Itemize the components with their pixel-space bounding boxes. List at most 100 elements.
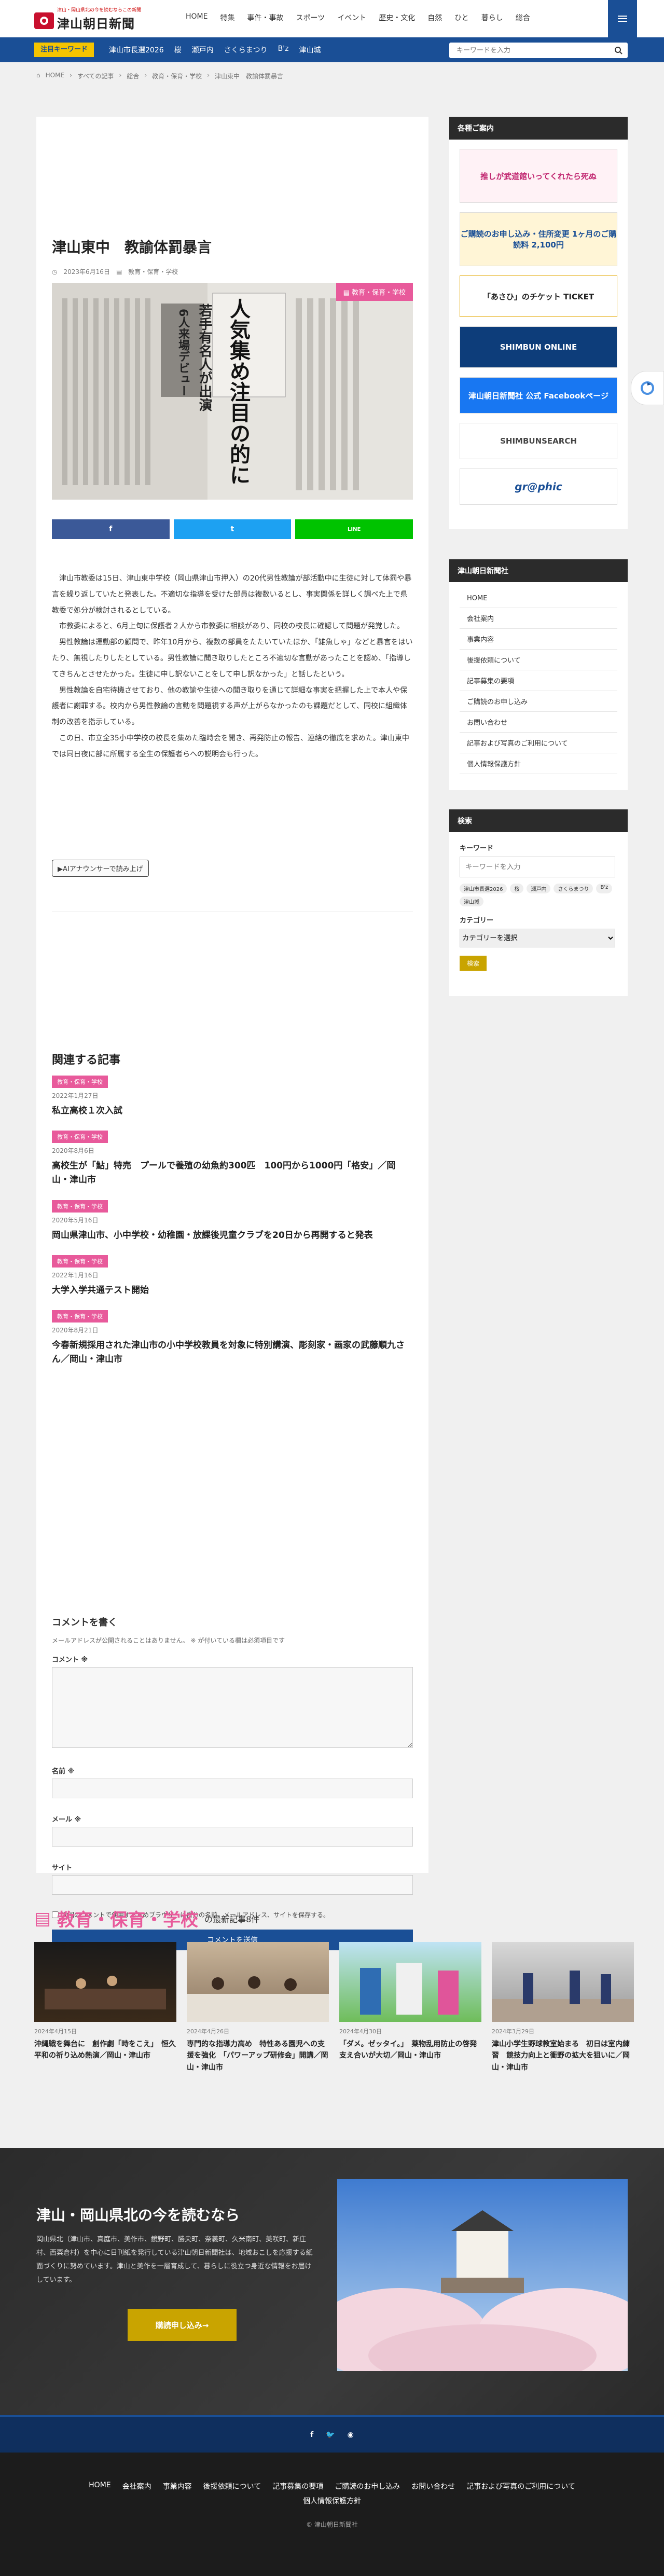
trend-keyword[interactable]: 津山市長選2026 xyxy=(109,45,164,55)
hero-category-badge[interactable]: ▤ 教育・保育・学校 xyxy=(336,283,413,301)
subscribe-button[interactable]: 購読申し込み→ xyxy=(128,2309,237,2341)
nav-living[interactable]: 暮らし xyxy=(481,12,503,23)
related-title-link[interactable]: 大学入学共通テスト開始 xyxy=(52,1284,413,1298)
related-title-link[interactable]: 高校生が「鮎」特売 プールで養殖の幼魚約300匹 100円から1000円「格安」… xyxy=(52,1159,413,1187)
nav-incidents[interactable]: 事件・事故 xyxy=(247,12,283,23)
comment-textarea[interactable] xyxy=(52,1667,413,1748)
ai-read-aloud-button[interactable]: ▶AIアナウンサーで読み上げ xyxy=(52,860,149,877)
related-category[interactable]: 教育・保育・学校 xyxy=(52,1310,108,1323)
company-link[interactable]: 会社案内 xyxy=(460,608,617,629)
share-twitter-button[interactable]: t xyxy=(173,519,292,539)
share-facebook-button[interactable]: f xyxy=(52,519,170,539)
related-item[interactable]: 教育・保育・学校 2022年1月27日 私立高校１次入試 xyxy=(52,1076,413,1118)
breadcrumb-item[interactable]: すべての記事 xyxy=(77,72,114,80)
keyword-label: キーワード xyxy=(460,845,494,852)
related-category[interactable]: 教育・保育・学校 xyxy=(52,1131,108,1144)
facebook-icon[interactable]: f xyxy=(310,2431,313,2439)
footer-link[interactable]: お問い合わせ xyxy=(411,2481,455,2491)
nav-nature[interactable]: 自然 xyxy=(427,12,442,23)
footer-link[interactable]: 記事募集の要項 xyxy=(272,2481,323,2491)
recaptcha-badge[interactable] xyxy=(631,371,664,405)
company-link[interactable]: お問い合わせ xyxy=(460,712,617,733)
twitter-icon[interactable]: 🐦 xyxy=(326,2431,335,2439)
breadcrumb-item[interactable]: 教育・保育・学校 xyxy=(152,72,202,80)
site-field[interactable] xyxy=(52,1875,413,1895)
nav-events[interactable]: イベント xyxy=(337,12,366,23)
article-card-item[interactable]: 2024年4月15日 沖縄戦を舞台に 創作劇「時をこえ」 恒久平和の祈り込め熱演… xyxy=(34,1942,176,2073)
related-title-link[interactable]: 今春新規採用された津山市の小中学校教員を対象に特別講演、彫刻家・画家の武藤順九さ… xyxy=(52,1339,413,1367)
banner-shimbun-online[interactable]: SHIMBUN ONLINE xyxy=(460,326,617,368)
category-select[interactable]: カテゴリーを選択 xyxy=(460,929,615,947)
related-category[interactable]: 教育・保育・学校 xyxy=(52,1076,108,1088)
breadcrumb-item[interactable]: 総合 xyxy=(127,72,139,80)
card-title[interactable]: 沖縄戦を舞台に 創作劇「時をこえ」 恒久平和の祈り込め熱演／岡山・津山市 xyxy=(34,2038,176,2062)
banner-budokan[interactable]: 推しが武道館いってくれたら死ぬ xyxy=(460,149,617,203)
trend-keyword[interactable]: 津山城 xyxy=(299,45,321,55)
email-field[interactable] xyxy=(52,1827,413,1847)
banner-shimbun-search[interactable]: SHIMBUNSEARCH xyxy=(460,423,617,459)
search-tag[interactable]: 桜 xyxy=(510,884,524,893)
company-link[interactable]: ご購読のお申し込み xyxy=(460,691,617,712)
banner-graphic[interactable]: gr@phic xyxy=(460,469,617,505)
banner-ticket[interactable]: 「あさひ」のチケット TICKET xyxy=(460,275,617,317)
nav-home[interactable]: HOME xyxy=(186,12,208,23)
trend-keyword[interactable]: さくらまつり xyxy=(224,45,268,55)
sidebar-search-button[interactable]: 検索 xyxy=(460,956,487,971)
sidebar-search-input[interactable] xyxy=(460,857,615,877)
banner-subscription[interactable]: ご購読のお申し込み・住所変更 1ヶ月のご購読料 2,100円 xyxy=(460,212,617,266)
search-tag[interactable]: 津山城 xyxy=(460,897,483,906)
nav-people[interactable]: ひと xyxy=(454,12,469,23)
related-item[interactable]: 教育・保育・学校 2020年8月21日 今春新規採用された津山市の小中学校教員を… xyxy=(52,1310,413,1367)
related-title-link[interactable]: 私立高校１次入試 xyxy=(52,1104,413,1118)
footer-link[interactable]: 記事および写真のご利用について xyxy=(466,2481,575,2491)
company-link[interactable]: 記事および写真のご利用について xyxy=(460,733,617,753)
rss-icon[interactable]: ◉ xyxy=(348,2431,354,2439)
nav-general[interactable]: 総合 xyxy=(516,12,530,23)
category-heading-title[interactable]: 教育・保育・学校 xyxy=(57,1906,198,1931)
article-card-item[interactable]: 2024年4月30日 「ダメ。ゼッタイ。」 薬物乱用防止の啓発 支え合いが大切／… xyxy=(339,1942,484,2073)
nav-history[interactable]: 歴史・文化 xyxy=(379,12,415,23)
search-tag[interactable]: 瀬戸内 xyxy=(527,884,551,893)
article-category[interactable]: 教育・保育・学校 xyxy=(128,267,178,276)
footer-link[interactable]: 事業内容 xyxy=(163,2481,192,2491)
related-item[interactable]: 教育・保育・学校 2022年1月16日 大学入学共通テスト開始 xyxy=(52,1255,413,1298)
search-tag[interactable]: 津山市長選2026 xyxy=(460,884,507,893)
header-search-input[interactable] xyxy=(449,43,605,58)
article-card-item[interactable]: 2024年3月29日 津山小学生野球教室始まる 初日は室内練習 競技力向上と衝野… xyxy=(492,1942,634,2073)
search-tag[interactable]: さくらまつり xyxy=(554,884,593,893)
footer-link[interactable]: 会社案内 xyxy=(122,2481,151,2491)
company-link[interactable]: 個人情報保護方針 xyxy=(460,753,617,774)
search-icon[interactable] xyxy=(614,46,622,54)
related-item[interactable]: 教育・保育・学校 2020年8月6日 高校生が「鮎」特売 プールで養殖の幼魚約3… xyxy=(52,1131,413,1187)
related-category[interactable]: 教育・保育・学校 xyxy=(52,1255,108,1268)
stage-photo xyxy=(45,1976,166,2009)
company-link[interactable]: 事業内容 xyxy=(460,629,617,650)
related-category[interactable]: 教育・保育・学校 xyxy=(52,1200,108,1213)
related-title-link[interactable]: 岡山県津山市、小中学校・幼稚園・放課後児童クラブを20日から再開すると発表 xyxy=(52,1229,413,1243)
banner-facebook[interactable]: 津山朝日新聞社 公式 Facebookページ xyxy=(460,377,617,414)
site-logo[interactable]: 津山・岡山県北の今を読むならこの新聞 津山朝日新聞 xyxy=(34,6,159,31)
company-link[interactable]: 後援依頼について xyxy=(460,650,617,670)
card-title[interactable]: 「ダメ。ゼッタイ。」 薬物乱用防止の啓発 支え合いが大切／岡山・津山市 xyxy=(339,2038,484,2062)
footer-link[interactable]: 個人情報保護方針 xyxy=(303,2496,361,2506)
nav-sports[interactable]: スポーツ xyxy=(296,12,325,23)
search-tag[interactable]: B'z xyxy=(596,884,613,893)
company-link[interactable]: HOME xyxy=(460,589,617,608)
card-title[interactable]: 津山小学生野球教室始まる 初日は室内練習 競技力向上と衝野の拡大を狙いに／岡山・… xyxy=(492,2038,634,2073)
company-link[interactable]: 記事募集の要項 xyxy=(460,670,617,691)
article-card-item[interactable]: 2024年4月26日 専門的な指導力高め 特性ある園児への支援を強化 「パワーア… xyxy=(187,1942,329,2073)
footer-link[interactable]: ご購読のお申し込み xyxy=(335,2481,400,2491)
related-date: 2022年1月16日 xyxy=(52,1271,99,1279)
trend-keyword[interactable]: 桜 xyxy=(174,45,182,55)
share-line-button[interactable]: LINE xyxy=(295,519,413,539)
trend-keyword[interactable]: 瀬戸内 xyxy=(192,45,214,55)
footer-link[interactable]: HOME xyxy=(89,2481,110,2491)
breadcrumb-item[interactable]: HOME xyxy=(46,72,64,80)
hamburger-menu-button[interactable] xyxy=(608,0,637,37)
related-item[interactable]: 教育・保育・学校 2020年5月16日 岡山県津山市、小中学校・幼稚園・放課後児… xyxy=(52,1200,413,1243)
footer-link[interactable]: 後援依頼について xyxy=(203,2481,261,2491)
nav-feature[interactable]: 特集 xyxy=(220,12,234,23)
card-title[interactable]: 専門的な指導力高め 特性ある園児への支援を強化 「パワーアップ研修会」開講／岡山… xyxy=(187,2038,329,2073)
name-field[interactable] xyxy=(52,1779,413,1798)
trend-keyword[interactable]: B'z xyxy=(278,45,289,55)
